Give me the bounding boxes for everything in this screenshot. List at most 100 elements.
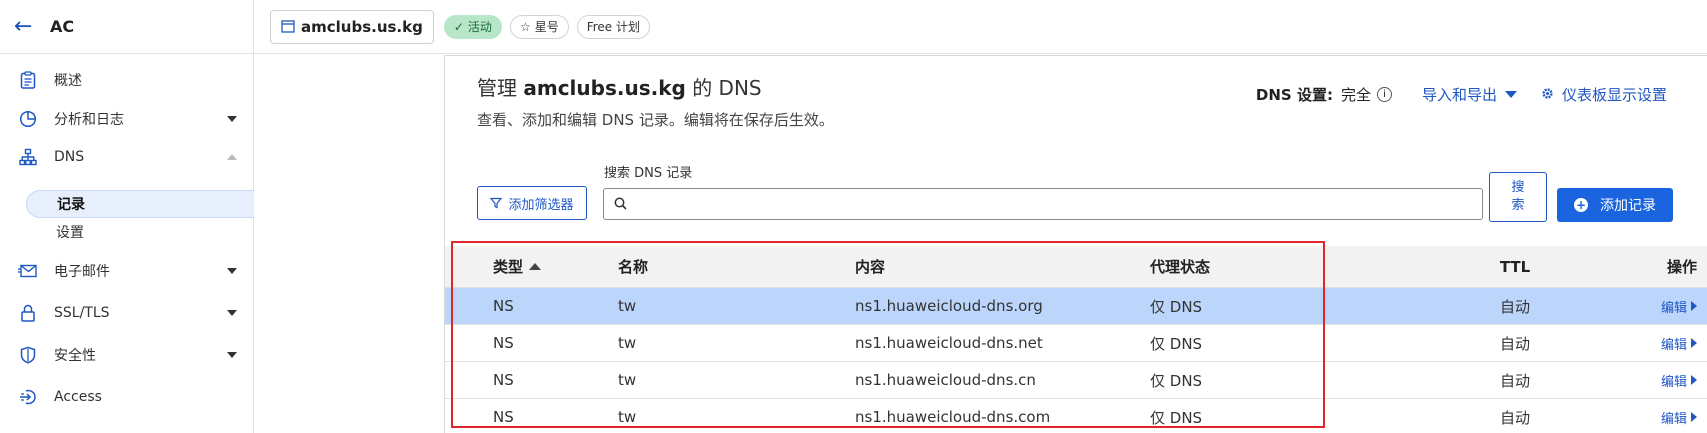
domain-name: amclubs.us.kg	[301, 17, 423, 36]
sidebar-item-access[interactable]: Access	[0, 383, 253, 411]
table-row[interactable]: NS tw ns1.huaweicloud-dns.net 仅 DNS 自动 编…	[445, 325, 1707, 362]
cell-type: NS	[493, 297, 514, 315]
sidebar-item-overview[interactable]: 概述	[0, 66, 253, 94]
cell-proxy: 仅 DNS	[1150, 371, 1203, 390]
column-header-name[interactable]: 名称	[582, 256, 835, 277]
search-field[interactable]	[603, 188, 1483, 220]
import-export-label: 导入和导出	[1421, 86, 1497, 104]
caret-right-icon	[1691, 338, 1697, 348]
cell-actions: 编辑	[1640, 297, 1707, 316]
sort-ascending-icon	[529, 263, 542, 270]
search-input[interactable]	[635, 190, 1482, 218]
edit-link[interactable]: 编辑	[1661, 297, 1697, 316]
status-badge-label: 活动	[467, 20, 492, 34]
page-subtitle: 查看、添加和编辑 DNS 记录。编辑将在保存后生效。	[477, 111, 834, 129]
cell-content: ns1.huaweicloud-dns.net	[855, 334, 1043, 352]
sidebar-item-label: SSL/TLS	[54, 305, 110, 321]
star-icon: ☆	[519, 19, 531, 34]
filter-icon	[490, 197, 503, 209]
cell-content: ns1.huaweicloud-dns.cn	[855, 371, 1036, 389]
edit-link[interactable]: 编辑	[1661, 371, 1697, 390]
dashboard-settings-link[interactable]: 仪表板显示设置	[1541, 84, 1667, 105]
cell-name: tw	[618, 408, 637, 426]
cell-proxy: 仅 DNS	[1150, 334, 1203, 353]
column-header-proxy[interactable]: 代理状态	[1150, 256, 1390, 277]
column-header-content[interactable]: 内容	[835, 256, 1150, 277]
sidebar-item-label: 概述	[54, 73, 82, 89]
shield-icon	[18, 345, 38, 365]
caret-right-icon	[1691, 375, 1697, 385]
star-button[interactable]: ☆ 星号	[509, 14, 569, 39]
column-header-actions: 操作	[1666, 258, 1697, 276]
cell-type: NS	[493, 408, 514, 426]
search-button-label: 搜索	[1511, 180, 1525, 213]
cell-name: tw	[618, 371, 637, 389]
sidebar-subitem-records[interactable]: 记录	[26, 190, 254, 218]
column-header-type[interactable]: 类型	[445, 256, 582, 277]
mail-icon	[18, 261, 38, 281]
cell-ttl: 自动	[1499, 334, 1530, 353]
cell-type: NS	[493, 371, 514, 389]
dns-setting-value: 完全	[1340, 86, 1371, 104]
lock-icon	[18, 303, 38, 323]
import-export-dropdown[interactable]: 导入和导出	[1422, 84, 1517, 105]
add-record-button[interactable]: + 添加记录	[1557, 188, 1673, 222]
star-label: 星号	[534, 20, 559, 34]
content-gutter	[254, 55, 444, 433]
table-row[interactable]: NS tw ns1.huaweicloud-dns.com 仅 DNS 自动 编…	[445, 399, 1707, 433]
chevron-down-icon	[227, 116, 237, 122]
checkmark-icon: ✓	[453, 19, 464, 34]
plan-badge-label: Free 计划	[586, 20, 640, 34]
edit-link[interactable]: 编辑	[1661, 334, 1697, 353]
sidebar-item-ssl[interactable]: SSL/TLS	[0, 299, 253, 327]
caret-right-icon	[1691, 412, 1697, 422]
sidebar-item-analytics[interactable]: 分析和日志	[0, 105, 253, 133]
cell-actions: 编辑	[1640, 334, 1707, 353]
caret-right-icon	[1691, 301, 1697, 311]
sidebar-item-label: 电子邮件	[54, 264, 110, 280]
sidebar-subitem-settings[interactable]: 设置	[26, 218, 254, 246]
plan-badge: Free 计划	[576, 14, 650, 39]
sidebar-item-label: 分析和日志	[54, 112, 124, 128]
sidebar-header: ← AC	[0, 0, 253, 54]
cell-name: tw	[618, 297, 637, 315]
browser-window-icon	[281, 20, 295, 33]
dashboard-settings-label: 仪表板显示设置	[1561, 86, 1667, 104]
cell-ttl: 自动	[1499, 371, 1530, 390]
table-row[interactable]: NS tw ns1.huaweicloud-dns.org 仅 DNS 自动 编…	[445, 288, 1707, 325]
cell-actions: 编辑	[1640, 371, 1707, 390]
dns-records-table: 类型 名称 内容 代理状态 TTL 操作 NS tw ns1.huaweiclo…	[445, 246, 1707, 433]
chevron-down-icon	[227, 310, 237, 316]
add-record-label: 添加记录	[1600, 198, 1656, 214]
status-badge: ✓ 活动	[443, 14, 502, 39]
sidebar-item-email[interactable]: 电子邮件	[0, 257, 253, 285]
page-title: 管理 amclubs.us.kg 的 DNS	[477, 72, 762, 101]
table-row[interactable]: NS tw ns1.huaweicloud-dns.cn 仅 DNS 自动 编辑	[445, 362, 1707, 399]
search-label: 搜索 DNS 记录	[604, 166, 693, 181]
chevron-up-icon	[227, 154, 237, 160]
add-filter-label: 添加筛选器	[508, 197, 574, 213]
sidebar-item-security[interactable]: 安全性	[0, 341, 253, 369]
domain-selector[interactable]: amclubs.us.kg	[270, 9, 434, 44]
cell-proxy: 仅 DNS	[1150, 408, 1203, 427]
cell-name: tw	[618, 334, 637, 352]
back-arrow-icon[interactable]: ←	[14, 15, 36, 38]
access-icon	[18, 387, 38, 407]
search-button[interactable]: 搜索	[1489, 172, 1547, 222]
chart-pie-icon	[18, 109, 38, 129]
info-icon[interactable]: i	[1376, 87, 1392, 102]
dns-records-panel: 管理 amclubs.us.kg 的 DNS 查看、添加和编辑 DNS 记录。编…	[444, 55, 1707, 433]
title-suffix: 的 DNS	[692, 76, 762, 100]
sidebar-subitem-label: 设置	[56, 225, 84, 241]
cell-proxy: 仅 DNS	[1150, 297, 1203, 316]
cell-type: NS	[493, 334, 514, 352]
table-header: 类型 名称 内容 代理状态 TTL 操作	[445, 246, 1707, 288]
edit-link[interactable]: 编辑	[1661, 408, 1697, 427]
cell-content: ns1.huaweicloud-dns.com	[855, 408, 1051, 426]
network-icon	[18, 147, 38, 167]
top-bar: amclubs.us.kg ✓ 活动 ☆ 星号 Free 计划	[254, 0, 1707, 54]
dns-setting-label: DNS 设置:	[1255, 86, 1333, 104]
sidebar-item-dns[interactable]: DNS	[0, 143, 253, 171]
add-filter-button[interactable]: 添加筛选器	[477, 186, 587, 220]
column-header-ttl[interactable]: TTL	[1390, 258, 1640, 276]
